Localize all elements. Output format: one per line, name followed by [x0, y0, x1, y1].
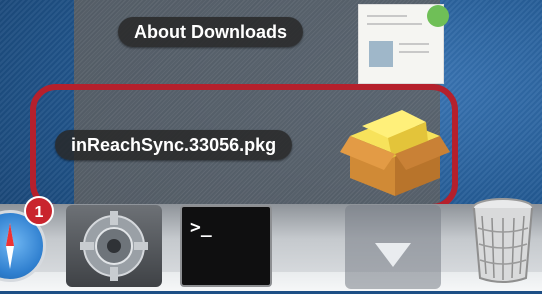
- doc-line: [399, 51, 429, 53]
- notification-badge: 1: [24, 196, 54, 226]
- doc-line: [367, 23, 422, 25]
- package-installer-icon[interactable]: [340, 98, 450, 198]
- about-downloads-document-icon[interactable]: [358, 4, 449, 84]
- system-preferences-icon[interactable]: [66, 205, 162, 287]
- doc-image: [369, 41, 393, 67]
- terminal-icon[interactable]: >_: [180, 205, 272, 287]
- doc-line: [399, 43, 429, 45]
- gear-icon: [80, 211, 148, 281]
- downloads-stack-button[interactable]: [345, 205, 441, 289]
- trash-icon[interactable]: [468, 194, 538, 284]
- chevron-down-icon: [375, 243, 411, 267]
- package-file-label[interactable]: inReachSync.33056.pkg: [55, 130, 293, 160]
- doc-line: [367, 15, 407, 17]
- terminal-prompt: >_: [190, 217, 212, 238]
- document-badge-icon: [427, 5, 449, 27]
- about-downloads-label[interactable]: About Downloads: [118, 17, 303, 47]
